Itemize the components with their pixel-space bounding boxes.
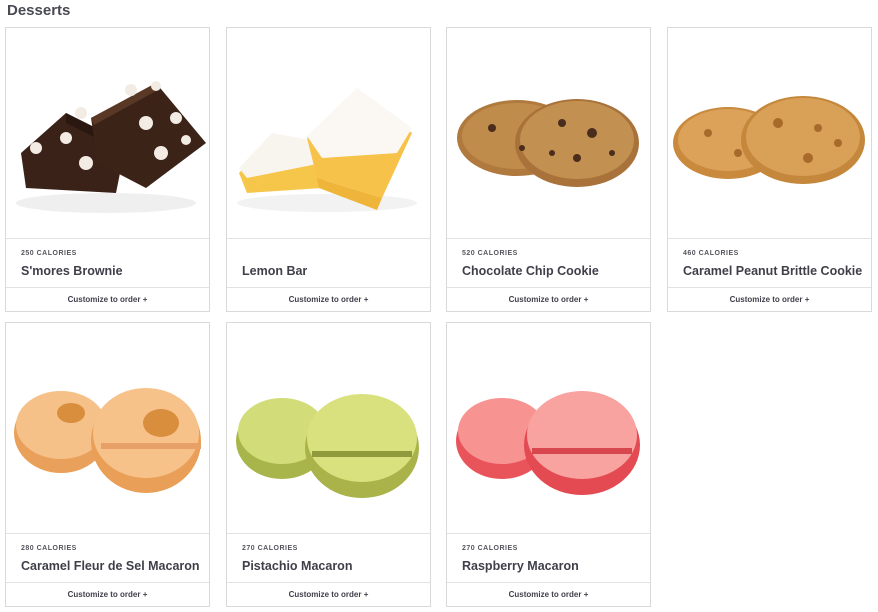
product-name[interactable]: S'mores Brownie xyxy=(21,264,123,278)
product-card-caramel-macaron[interactable]: 280 CALORIES Caramel Fleur de Sel Macaro… xyxy=(5,322,210,607)
calorie-label: 270 CALORIES xyxy=(242,545,298,552)
calorie-label: 270 CALORIES xyxy=(462,545,518,552)
smores-brownie-image[interactable] xyxy=(6,28,209,239)
customize-to-order-button[interactable]: Customize to order + xyxy=(227,287,430,311)
raspberry-macaron-image[interactable] xyxy=(447,323,650,534)
product-name[interactable]: Chocolate Chip Cookie xyxy=(462,264,599,278)
product-card-pistachio-macaron[interactable]: 270 CALORIES Pistachio Macaron Customize… xyxy=(226,322,431,607)
customize-to-order-button[interactable]: Customize to order + xyxy=(447,287,650,311)
product-card-lemon-bar[interactable]: Lemon Bar Customize to order + xyxy=(226,27,431,312)
product-card-smores-brownie[interactable]: 250 CALORIES S'mores Brownie Customize t… xyxy=(5,27,210,312)
calorie-label: 280 CALORIES xyxy=(21,545,77,552)
product-card-chocolate-chip-cookie[interactable]: 520 CALORIES Chocolate Chip Cookie Custo… xyxy=(446,27,651,312)
product-card-raspberry-macaron[interactable]: 270 CALORIES Raspberry Macaron Customize… xyxy=(446,322,651,607)
product-card-caramel-peanut-brittle-cookie[interactable]: 460 CALORIES Caramel Peanut Brittle Cook… xyxy=(667,27,872,312)
pistachio-macaron-image[interactable] xyxy=(227,323,430,534)
product-name[interactable]: Caramel Peanut Brittle Cookie xyxy=(683,264,862,278)
product-name[interactable]: Caramel Fleur de Sel Macaron xyxy=(21,559,200,573)
product-name[interactable]: Lemon Bar xyxy=(242,264,307,278)
section-title: Desserts xyxy=(7,2,71,19)
customize-to-order-button[interactable]: Customize to order + xyxy=(6,287,209,311)
lemon-bar-image[interactable] xyxy=(227,28,430,239)
customize-to-order-button[interactable]: Customize to order + xyxy=(668,287,871,311)
customize-to-order-button[interactable]: Customize to order + xyxy=(227,582,430,606)
product-name[interactable]: Pistachio Macaron xyxy=(242,559,352,573)
caramel-macaron-image[interactable] xyxy=(6,323,209,534)
customize-to-order-button[interactable]: Customize to order + xyxy=(6,582,209,606)
calorie-label: 520 CALORIES xyxy=(462,250,518,257)
calorie-label: 460 CALORIES xyxy=(683,250,739,257)
product-name[interactable]: Raspberry Macaron xyxy=(462,559,579,573)
calorie-label: 250 CALORIES xyxy=(21,250,77,257)
customize-to-order-button[interactable]: Customize to order + xyxy=(447,582,650,606)
chocolate-chip-cookie-image[interactable] xyxy=(447,28,650,239)
caramel-peanut-brittle-cookie-image[interactable] xyxy=(668,28,871,239)
